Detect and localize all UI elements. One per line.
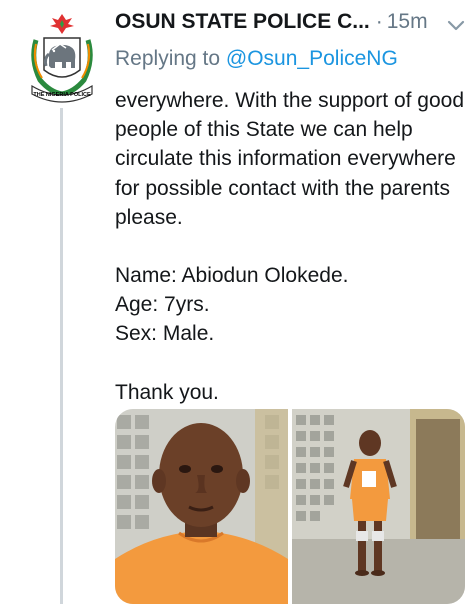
body-paragraph: everywhere. With the support of good peo… xyxy=(115,89,465,229)
sex-line: Sex: Male. xyxy=(115,322,215,346)
tweet-body: everywhere. With the support of good peo… xyxy=(115,86,467,407)
author-name[interactable]: OSUN STATE POLICE C... xyxy=(115,10,370,34)
tweet-header: OSUN STATE POLICE C... · 15m xyxy=(115,10,467,44)
media-grid xyxy=(115,409,465,604)
photo-face-closeup[interactable] xyxy=(115,409,288,604)
photo-full-body[interactable] xyxy=(292,409,465,604)
avatar-column: THE NIGERIA POLICE xyxy=(0,0,110,604)
tweet[interactable]: THE NIGERIA POLICE OSUN STATE POLICE C..… xyxy=(0,0,476,604)
replying-label: Replying to xyxy=(115,47,221,70)
tweet-content: OSUN STATE POLICE C... · 15m Replying to… xyxy=(115,10,467,407)
replying-handle-link[interactable]: @Osun_PoliceNG xyxy=(226,47,398,70)
thread-line xyxy=(60,108,63,604)
nigeria-police-crest-icon[interactable]: THE NIGERIA POLICE xyxy=(22,10,102,106)
replying-to: Replying to @Osun_PoliceNG xyxy=(115,44,467,74)
separator-dot: · xyxy=(375,10,383,33)
chevron-down-icon[interactable] xyxy=(445,14,467,36)
svg-text:THE NIGERIA POLICE: THE NIGERIA POLICE xyxy=(33,92,91,98)
closing-line: Thank you. xyxy=(115,380,219,404)
age-line: Age: 7yrs. xyxy=(115,293,210,317)
timestamp[interactable]: 15m xyxy=(387,10,428,34)
name-line: Name: Abiodun Olokede. xyxy=(115,264,349,288)
